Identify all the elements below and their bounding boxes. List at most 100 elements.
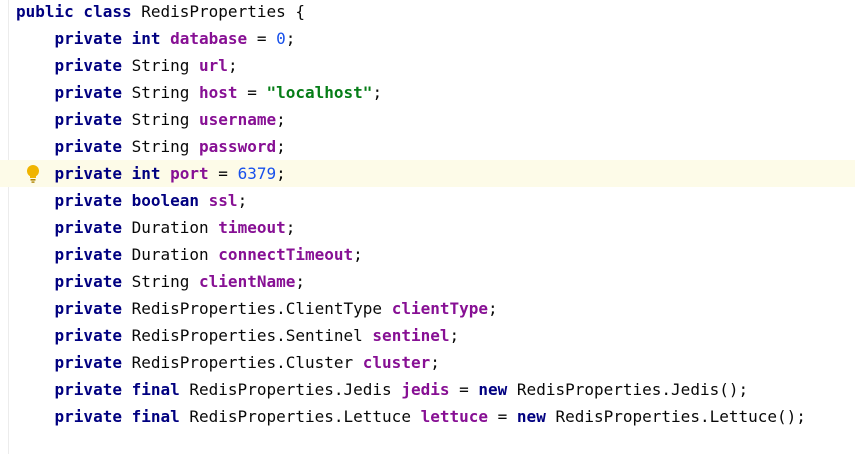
code-line-text: private String clientName; — [16, 268, 305, 295]
code-line-text: public class RedisProperties { — [16, 0, 305, 25]
code-line[interactable]: private String username; — [0, 106, 855, 133]
field-name-token: port — [170, 164, 209, 183]
keyword-token: new — [516, 407, 556, 426]
keyword-token: public class — [16, 2, 142, 21]
code-token: Duration — [131, 245, 219, 264]
field-name-token: cluster — [362, 353, 431, 372]
number-literal-token: 0 — [276, 29, 286, 48]
code-line-text: private String username; — [16, 106, 286, 133]
code-token: = — [488, 407, 517, 426]
field-name-token: clientType — [391, 299, 489, 318]
keyword-token: private int — [54, 164, 171, 183]
code-line[interactable]: private int database = 0; — [0, 25, 855, 52]
code-line-text: private String host = "localhost"; — [16, 79, 383, 106]
code-line[interactable]: private String password; — [0, 133, 855, 160]
field-name-token: connectTimeout — [218, 245, 354, 264]
code-token: ; — [227, 56, 238, 75]
code-line[interactable]: private Duration timeout; — [0, 214, 855, 241]
code-line[interactable]: private RedisProperties.Sentinel sentine… — [0, 322, 855, 349]
code-token: RedisProperties.Lettuce — [189, 407, 421, 426]
keyword-token: private — [54, 299, 132, 318]
code-token: ; — [353, 245, 363, 264]
code-token: ; — [449, 326, 460, 345]
code-token: String — [131, 56, 200, 75]
code-line-text: private Duration connectTimeout; — [16, 241, 363, 268]
field-name-token: username — [199, 110, 277, 129]
field-name-token: password — [199, 137, 277, 156]
code-token: String — [131, 83, 200, 102]
field-name-token: lettuce — [420, 407, 489, 426]
code-token: ; — [295, 272, 305, 291]
code-token: ; — [276, 164, 286, 183]
keyword-token: private — [54, 353, 132, 372]
code-token: RedisProperties.Jedis — [189, 380, 402, 399]
code-line-text: private RedisProperties.Sentinel sentine… — [16, 322, 460, 349]
string-literal-token: "localhost" — [266, 83, 373, 102]
code-line[interactable]: private int port = 6379; — [0, 160, 855, 187]
code-line[interactable]: private String clientName; — [0, 268, 855, 295]
code-token: RedisProperties { — [141, 2, 305, 21]
lightbulb-icon[interactable] — [24, 164, 42, 184]
code-token: = — [208, 164, 238, 183]
code-line-text: private final RedisProperties.Jedis jedi… — [16, 376, 749, 403]
field-name-token: jedis — [401, 380, 450, 399]
code-line-text: private RedisProperties.Cluster cluster; — [16, 349, 440, 376]
code-line-text: private int database = 0; — [16, 25, 296, 52]
keyword-token: private — [54, 245, 132, 264]
keyword-token: private — [54, 110, 132, 129]
code-token: String — [131, 137, 200, 156]
code-line[interactable]: private RedisProperties.ClientType clien… — [0, 295, 855, 322]
code-line[interactable]: private String host = "localhost"; — [0, 79, 855, 106]
number-literal-token: 6379 — [237, 164, 277, 183]
keyword-token: private int — [54, 29, 171, 48]
code-line[interactable]: private final RedisProperties.Lettuce le… — [0, 403, 855, 430]
code-token: ; — [237, 191, 248, 210]
code-line-text: private String url; — [16, 52, 238, 79]
keyword-token: private — [54, 137, 132, 156]
code-token: ; — [372, 83, 383, 102]
code-token: String — [131, 110, 200, 129]
code-line[interactable]: private Duration connectTimeout; — [0, 241, 855, 268]
code-token: RedisProperties.Jedis(); — [516, 380, 749, 399]
code-line-text: private int port = 6379; — [16, 160, 286, 187]
code-token: = — [237, 83, 267, 102]
code-line[interactable]: private boolean ssl; — [0, 187, 855, 214]
code-line[interactable]: private RedisProperties.Cluster cluster; — [0, 349, 855, 376]
code-line[interactable]: private final RedisProperties.Jedis jedi… — [0, 376, 855, 403]
keyword-token: private — [54, 56, 132, 75]
code-token: ; — [285, 218, 296, 237]
keyword-token: private — [54, 83, 132, 102]
code-line-text: private boolean ssl; — [16, 187, 248, 214]
code-token: ; — [488, 299, 498, 318]
field-name-token: database — [170, 29, 248, 48]
field-name-token: url — [199, 56, 228, 75]
keyword-token: private final — [54, 380, 190, 399]
field-name-token: sentinel — [372, 326, 450, 345]
code-editor[interactable]: public class RedisProperties { private i… — [0, 0, 855, 454]
code-line[interactable]: private String url; — [0, 52, 855, 79]
code-line[interactable]: public class RedisProperties { — [0, 0, 855, 25]
field-name-token: clientName — [199, 272, 296, 291]
code-token: RedisProperties.ClientType — [131, 299, 392, 318]
keyword-token: private boolean — [54, 191, 209, 210]
code-token: ; — [430, 353, 440, 372]
code-token: ; — [276, 110, 286, 129]
keyword-token: private final — [54, 407, 190, 426]
code-token: ; — [276, 137, 286, 156]
code-line-text: private Duration timeout; — [16, 214, 296, 241]
field-name-token: timeout — [218, 218, 286, 237]
keyword-token: private — [54, 272, 132, 291]
code-line-text: private final RedisProperties.Lettuce le… — [16, 403, 806, 430]
